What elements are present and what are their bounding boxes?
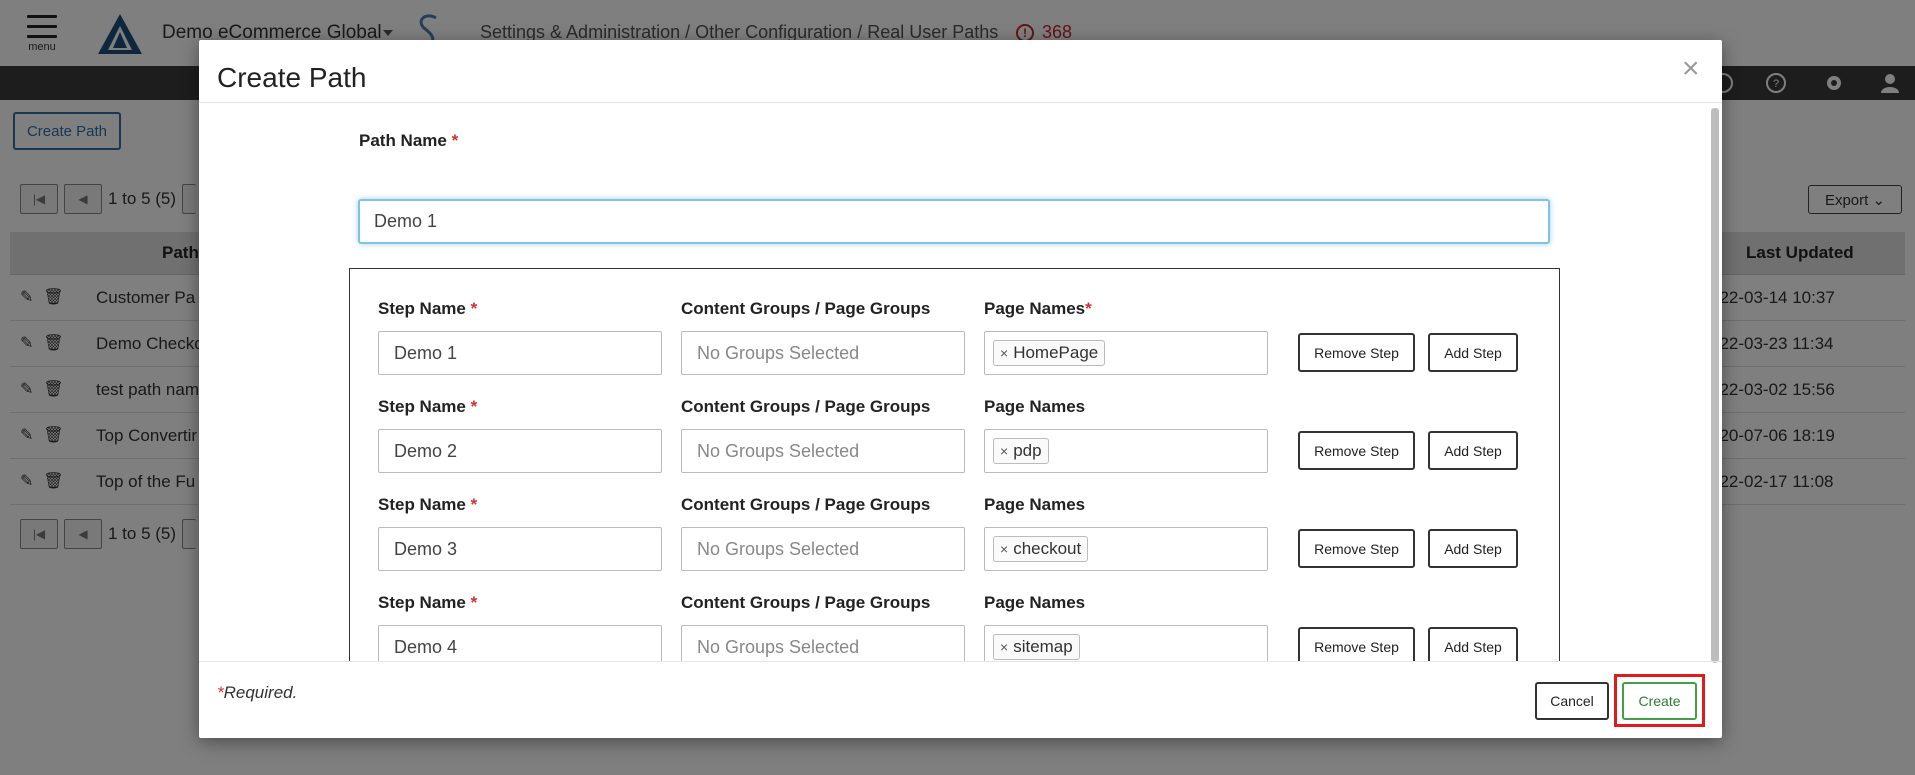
- remove-step-button[interactable]: Remove Step: [1298, 529, 1415, 568]
- create-path-modal: Create Path × Path Name * Step Name * Co…: [199, 40, 1722, 738]
- modal-title: Create Path: [217, 62, 367, 93]
- step-name-label: Step Name *: [378, 299, 478, 318]
- required-note: *Required.: [217, 683, 298, 702]
- page-names-select[interactable]: × sitemap: [984, 625, 1268, 661]
- groups-select[interactable]: No Groups Selected: [681, 429, 965, 473]
- groups-label: Content Groups / Page Groups: [681, 593, 931, 612]
- divider: [199, 661, 1722, 662]
- step-name-input[interactable]: [378, 625, 662, 661]
- remove-step-button[interactable]: Remove Step: [1298, 333, 1415, 372]
- groups-select[interactable]: No Groups Selected: [681, 331, 965, 375]
- page-names-label: Page Names: [984, 397, 1086, 416]
- remove-step-button[interactable]: Remove Step: [1298, 431, 1415, 470]
- step-row: Step Name * Content Groups / Page Groups…: [350, 593, 1561, 661]
- page-tag: × checkout: [993, 536, 1089, 562]
- modal-scrollbar[interactable]: [1711, 108, 1719, 663]
- add-step-button[interactable]: Add Step: [1428, 529, 1518, 568]
- step-name-label: Step Name *: [378, 593, 478, 612]
- step-row: Step Name * Content Groups / Page Groups…: [350, 397, 1561, 495]
- steps-container: Step Name * Content Groups / Page Groups…: [349, 268, 1560, 661]
- cancel-button[interactable]: Cancel: [1535, 682, 1609, 720]
- step-row: Step Name * Content Groups / Page Groups…: [350, 495, 1561, 593]
- step-name-label: Step Name *: [378, 397, 478, 416]
- add-step-button[interactable]: Add Step: [1428, 431, 1518, 470]
- path-name-input[interactable]: [358, 199, 1550, 244]
- required-mark: *: [451, 131, 459, 150]
- page-tag: × pdp: [993, 438, 1049, 464]
- close-icon[interactable]: ×: [1682, 54, 1700, 84]
- add-step-button[interactable]: Add Step: [1428, 627, 1518, 661]
- remove-tag-icon[interactable]: ×: [1000, 443, 1008, 459]
- groups-select[interactable]: No Groups Selected: [681, 527, 965, 571]
- step-row: Step Name * Content Groups / Page Groups…: [350, 299, 1561, 397]
- page-tag: × sitemap: [993, 634, 1080, 660]
- step-name-input[interactable]: [378, 527, 662, 571]
- step-name-input[interactable]: [378, 429, 662, 473]
- page-tag: × HomePage: [993, 340, 1106, 366]
- remove-tag-icon[interactable]: ×: [1000, 345, 1008, 361]
- remove-tag-icon[interactable]: ×: [1000, 639, 1008, 655]
- page-names-label: Page Names: [984, 495, 1086, 514]
- groups-label: Content Groups / Page Groups: [681, 299, 931, 318]
- page-names-select[interactable]: × checkout: [984, 527, 1268, 571]
- step-name-input[interactable]: [378, 331, 662, 375]
- page-names-label: Page Names*: [984, 299, 1092, 318]
- scrollbar-thumb[interactable]: [1711, 108, 1719, 663]
- path-name-label: Path Name *: [359, 131, 459, 150]
- page-names-select[interactable]: × HomePage: [984, 331, 1268, 375]
- page-names-select[interactable]: × pdp: [984, 429, 1268, 473]
- page-names-label: Page Names: [984, 593, 1086, 612]
- add-step-button[interactable]: Add Step: [1428, 333, 1518, 372]
- groups-label: Content Groups / Page Groups: [681, 397, 931, 416]
- modal-body: Path Name * Step Name * Content Groups /…: [199, 103, 1722, 661]
- groups-select[interactable]: No Groups Selected: [681, 625, 965, 661]
- remove-tag-icon[interactable]: ×: [1000, 541, 1008, 557]
- step-name-label: Step Name *: [378, 495, 478, 514]
- create-button[interactable]: Create: [1622, 682, 1697, 720]
- remove-step-button[interactable]: Remove Step: [1298, 627, 1415, 661]
- groups-label: Content Groups / Page Groups: [681, 495, 931, 514]
